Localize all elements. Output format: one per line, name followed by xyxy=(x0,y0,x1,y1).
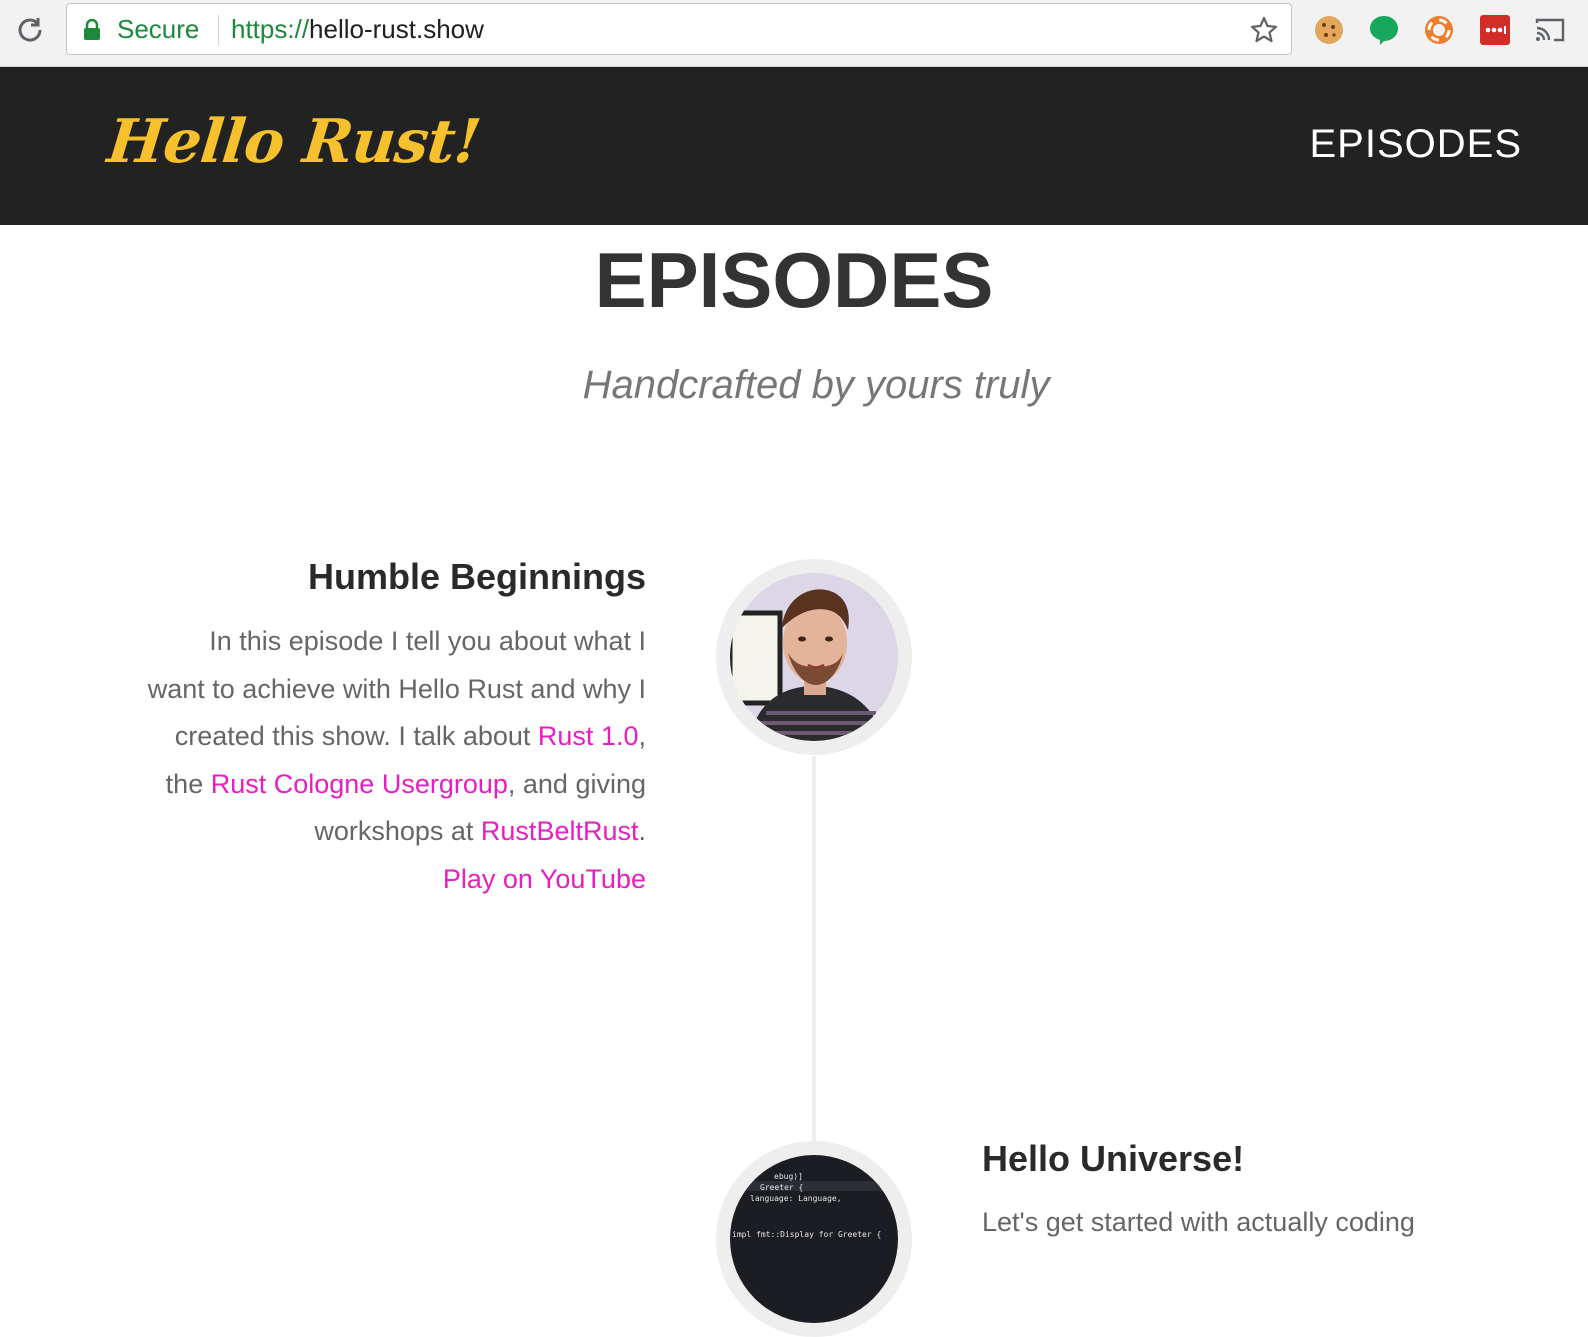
cookie-extension-icon[interactable] xyxy=(1313,14,1345,46)
chat-extension-icon[interactable] xyxy=(1368,14,1400,46)
url-host: hello-rust.show xyxy=(309,14,484,44)
rust-1-0-link[interactable]: Rust 1.0 xyxy=(538,721,639,751)
code-line: impl fmt::Display for Greeter { xyxy=(732,1230,881,1239)
cast-icon[interactable] xyxy=(1534,14,1566,46)
site-logo[interactable]: Hello Rust! xyxy=(104,107,483,177)
omnibox-separator xyxy=(218,15,219,45)
secure-label: Secure xyxy=(117,14,200,44)
rust-cologne-usergroup-link[interactable]: Rust Cologne Usergroup xyxy=(211,769,508,799)
password-extension-icon[interactable] xyxy=(1479,14,1511,46)
url-text[interactable]: https://hello-rust.show xyxy=(231,14,484,45)
episode-title: Hello Universe! xyxy=(982,1138,1245,1179)
episode-description: In this episode I tell you about what I … xyxy=(146,618,646,903)
nav-episodes-link[interactable]: EPISODES xyxy=(1309,122,1522,167)
lifebuoy-extension-icon[interactable] xyxy=(1423,14,1455,46)
episode-description: Let's get started with actually coding xyxy=(982,1207,1415,1237)
lock-icon xyxy=(84,19,100,40)
code-screenshot-image: ebug)] Greeter { language: Language, imp… xyxy=(730,1155,898,1323)
code-line: ebug)] xyxy=(774,1172,803,1181)
code-line: language: Language, xyxy=(750,1194,842,1203)
presenter-portrait-image xyxy=(730,573,898,741)
episode-thumbnail[interactable] xyxy=(730,573,898,741)
episode-thumbnail-ring[interactable]: ebug)] Greeter { language: Language, imp… xyxy=(716,1141,912,1337)
play-on-youtube-link[interactable]: Play on YouTube xyxy=(443,864,646,894)
episode-text: . xyxy=(638,816,646,846)
address-bar[interactable]: Secure https://hello-rust.show xyxy=(66,3,1292,55)
episode-thumbnail[interactable]: ebug)] Greeter { language: Language, imp… xyxy=(730,1155,898,1323)
reload-icon[interactable] xyxy=(14,14,46,46)
browser-toolbar: Secure https://hello-rust.show xyxy=(0,0,1588,67)
episode-title: Humble Beginnings xyxy=(307,556,646,597)
page-subtitle: Handcrafted by yours truly xyxy=(582,363,1050,407)
rustbeltrust-link[interactable]: RustBeltRust xyxy=(481,816,639,846)
code-line: Greeter { xyxy=(760,1183,803,1192)
episode-thumbnail-ring[interactable] xyxy=(716,559,912,755)
page-title: EPISODES xyxy=(594,236,994,324)
star-icon[interactable] xyxy=(1249,15,1279,45)
url-scheme: https:// xyxy=(231,14,310,44)
site-header: Hello Rust! EPISODES xyxy=(0,67,1588,225)
timeline-line xyxy=(812,756,816,1156)
